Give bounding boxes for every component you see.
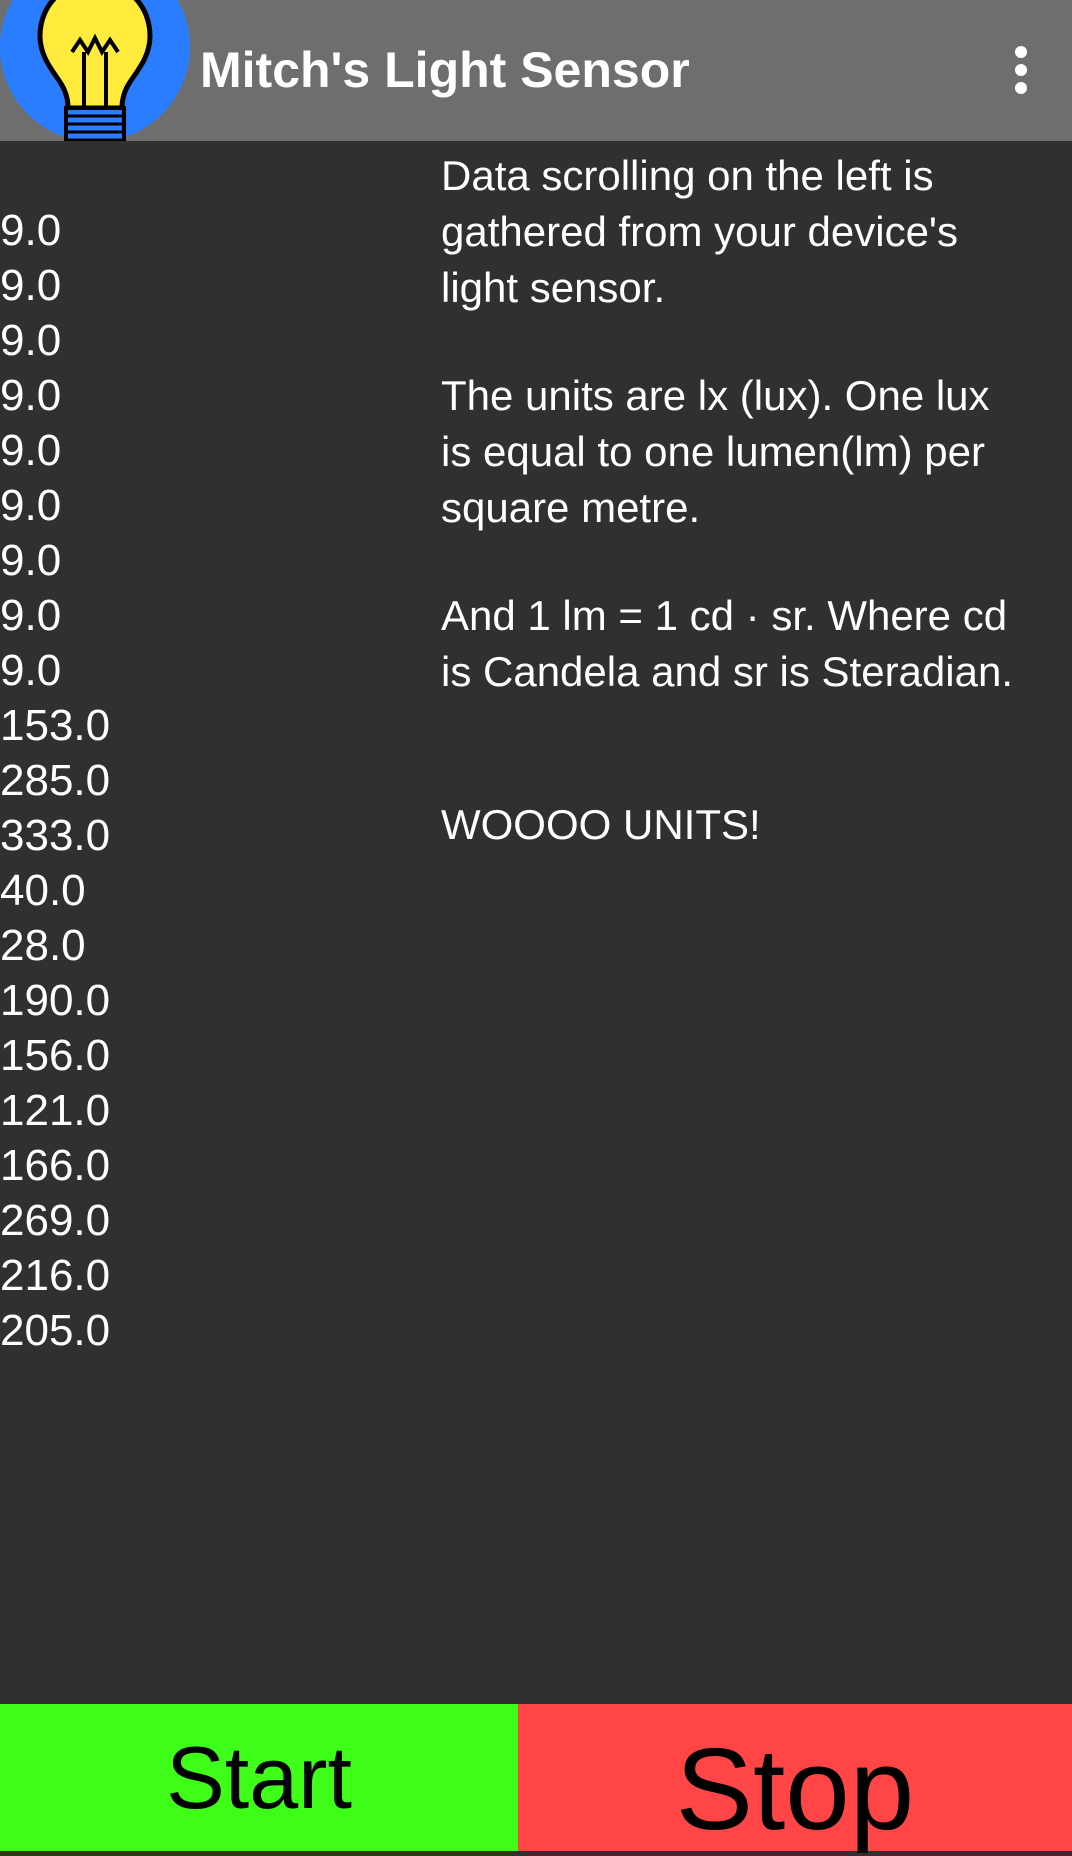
reading-item: 205.0 [0, 1306, 111, 1355]
reading-item: 285.0 [0, 756, 111, 805]
info-paragraph-data-source: Data scrolling on the left is gathered f… [441, 148, 1072, 316]
info-panel: Data scrolling on the left is gathered f… [441, 148, 1072, 853]
reading-item: 216.0 [0, 1251, 111, 1300]
more-vertical-icon[interactable] [1000, 40, 1044, 100]
reading-item: 156.0 [0, 1031, 111, 1080]
reading-item: 166.0 [0, 1141, 111, 1190]
info-line: is Candela and sr is Steradian. [441, 648, 1013, 695]
info-paragraph-exclaim: WOOOO UNITS! [441, 801, 761, 848]
info-paragraph-lumen: And 1 lm = 1 cd · sr. Where cd is Candel… [441, 588, 1072, 700]
stop-button[interactable]: Stop [518, 1704, 1072, 1854]
info-line: is equal to one lumen(lm) per [441, 428, 985, 475]
reading-item: 9.0 [0, 316, 62, 365]
info-line: Data scrolling on the left is [441, 152, 934, 199]
reading-item: 9.0 [0, 481, 62, 530]
reading-item: 333.0 [0, 811, 111, 860]
info-line: light sensor. [441, 264, 666, 311]
reading-item: 9.0 [0, 646, 62, 695]
reading-item: 40.0 [0, 866, 86, 915]
info-line: The units are lx (lux). One lux [441, 372, 990, 419]
reading-item: 9.0 [0, 371, 62, 420]
reading-item: 28.0 [0, 921, 86, 970]
reading-item: 153.0 [0, 701, 111, 750]
start-button[interactable]: Start [0, 1704, 518, 1851]
reading-item: 9.0 [0, 261, 62, 310]
app-title: Mitch's Light Sensor [200, 42, 690, 98]
info-line: square metre. [441, 484, 701, 531]
reading-item: 121.0 [0, 1086, 111, 1135]
app-bar: Mitch's Light Sensor [0, 0, 1072, 141]
reading-item: 9.0 [0, 206, 62, 255]
reading-item: 269.0 [0, 1196, 111, 1245]
info-line: gathered from your device's [441, 208, 958, 255]
reading-item: 9.0 [0, 591, 62, 640]
lightbulb-icon [0, 0, 190, 141]
info-paragraph-units: The units are lx (lux). One lux is equal… [441, 368, 1072, 536]
sensor-readings-list[interactable]: 9.0 9.0 9.0 9.0 9.0 9.0 9.0 9.0 9.0 153.… [0, 203, 110, 1358]
reading-item: 9.0 [0, 536, 62, 585]
info-line: And 1 lm = 1 cd · sr. Where cd [441, 592, 1008, 639]
reading-item: 190.0 [0, 976, 111, 1025]
reading-item: 9.0 [0, 426, 62, 475]
